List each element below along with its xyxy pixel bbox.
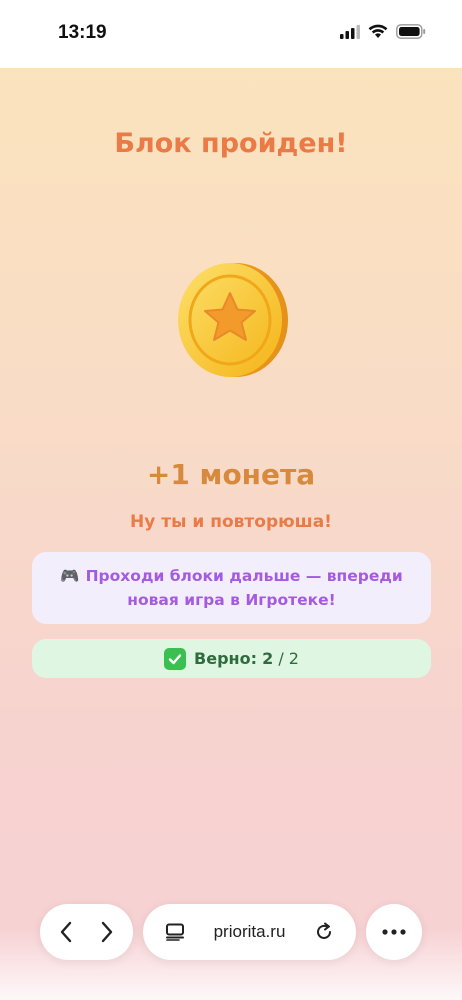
score-label: Верно:	[194, 649, 257, 668]
gamepad-icon: 🎮	[60, 567, 80, 585]
signal-icon	[340, 24, 360, 43]
status-icons	[340, 24, 426, 43]
browser-nav-group	[40, 904, 133, 960]
status-time: 13:19	[58, 22, 107, 43]
promo-text: Проходи блоки дальше — впереди новая игр…	[85, 567, 403, 609]
feedback-text: Ну ты и повторюша!	[130, 512, 332, 532]
page-title: Блок пройден!	[114, 128, 348, 159]
check-icon	[164, 647, 187, 670]
wifi-icon	[368, 24, 388, 43]
back-button[interactable]	[50, 916, 82, 948]
score-total: / 2	[278, 649, 299, 668]
chevron-left-icon	[61, 921, 72, 943]
more-dots-icon	[382, 929, 406, 935]
status-bar: 13:19	[0, 0, 462, 68]
score-panel: Верно: 2 / 2	[32, 639, 431, 678]
star-coin-icon	[172, 260, 292, 380]
address-bar[interactable]: priorita.ru	[143, 904, 356, 960]
promo-banner: 🎮 Проходи блоки дальше — впереди новая иг…	[32, 552, 431, 624]
chevron-right-icon	[101, 921, 112, 943]
reload-icon[interactable]	[308, 916, 340, 948]
battery-icon	[396, 24, 426, 43]
more-button[interactable]	[366, 904, 422, 960]
reward-text: +1 монета	[146, 458, 316, 491]
result-screen: Блок пройден! +1 монета Ну ты и повторюш…	[0, 68, 462, 1000]
url-text[interactable]: priorita.ru	[214, 922, 286, 942]
forward-button[interactable]	[91, 916, 123, 948]
reader-mode-icon[interactable]	[159, 916, 191, 948]
score-correct: 2	[262, 649, 274, 668]
